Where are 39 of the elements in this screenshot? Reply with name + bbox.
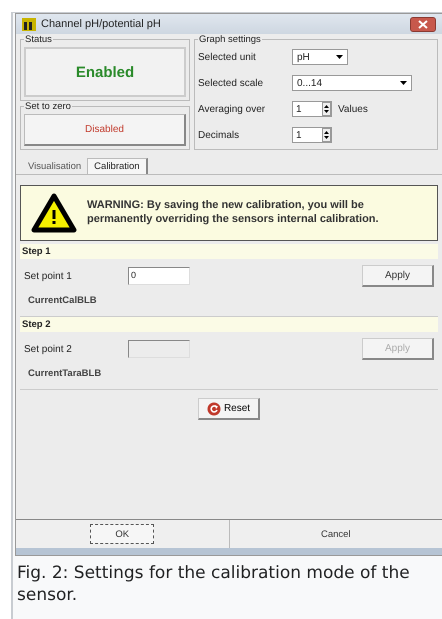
status-text: Enabled — [76, 64, 134, 80]
window-title: Channel pH/potential pH — [41, 18, 162, 30]
dialog-button[interactable]: OK — [90, 524, 154, 544]
info-label: CurrentTaraBLB — [27, 367, 102, 379]
figure-caption: Fig. 2: Settings for the calibration mode of the sensor. — [17, 562, 411, 606]
reset-icon — [206, 402, 221, 416]
spinner-field[interactable]: 1 — [292, 127, 332, 143]
apply-button[interactable]: Apply — [362, 265, 434, 287]
close-button[interactable] — [410, 16, 436, 32]
app-icon — [22, 18, 36, 30]
dropdown-arrow-icon — [336, 55, 343, 59]
input-field[interactable]: 0 — [128, 267, 190, 285]
close-icon — [418, 20, 428, 28]
field-label: Set point 2 — [24, 344, 73, 354]
tab[interactable]: Calibration — [87, 158, 148, 174]
field-label: Averaging over — [198, 104, 266, 114]
set-zero-button[interactable]: Disabled — [24, 114, 186, 146]
dropdown[interactable]: pH — [292, 49, 348, 65]
field-label: Decimals — [198, 130, 240, 140]
group-label: Set to zero — [24, 101, 72, 112]
field-label: Selected unit — [198, 52, 257, 62]
dropdown[interactable]: 0...14 — [292, 75, 412, 91]
spinner-field[interactable]: 1 — [292, 101, 332, 117]
unit-label: Values — [338, 104, 368, 114]
step-title: Step 2 — [22, 319, 51, 330]
dialog-button[interactable]: Cancel — [304, 524, 368, 544]
warning-text: WARNING: By saving the new calibration, you will be permanently overriding the sensors internal calibration. — [87, 199, 380, 227]
reset-button[interactable]: Reset — [198, 398, 260, 420]
dropdown-arrow-icon — [400, 81, 407, 85]
spinner-arrows-icon — [322, 128, 331, 142]
group-label: Graph settings — [198, 34, 262, 45]
field-label: Selected scale — [198, 78, 264, 88]
group-label: Status — [24, 34, 53, 45]
spinner-arrows-icon — [322, 102, 331, 116]
step-title: Step 1 — [22, 246, 51, 257]
field-label: Set point 1 — [24, 270, 73, 282]
tab[interactable]: Visualisation — [22, 158, 88, 174]
warning-icon — [31, 193, 77, 233]
info-label: CurrentCalBLB — [27, 294, 98, 306]
